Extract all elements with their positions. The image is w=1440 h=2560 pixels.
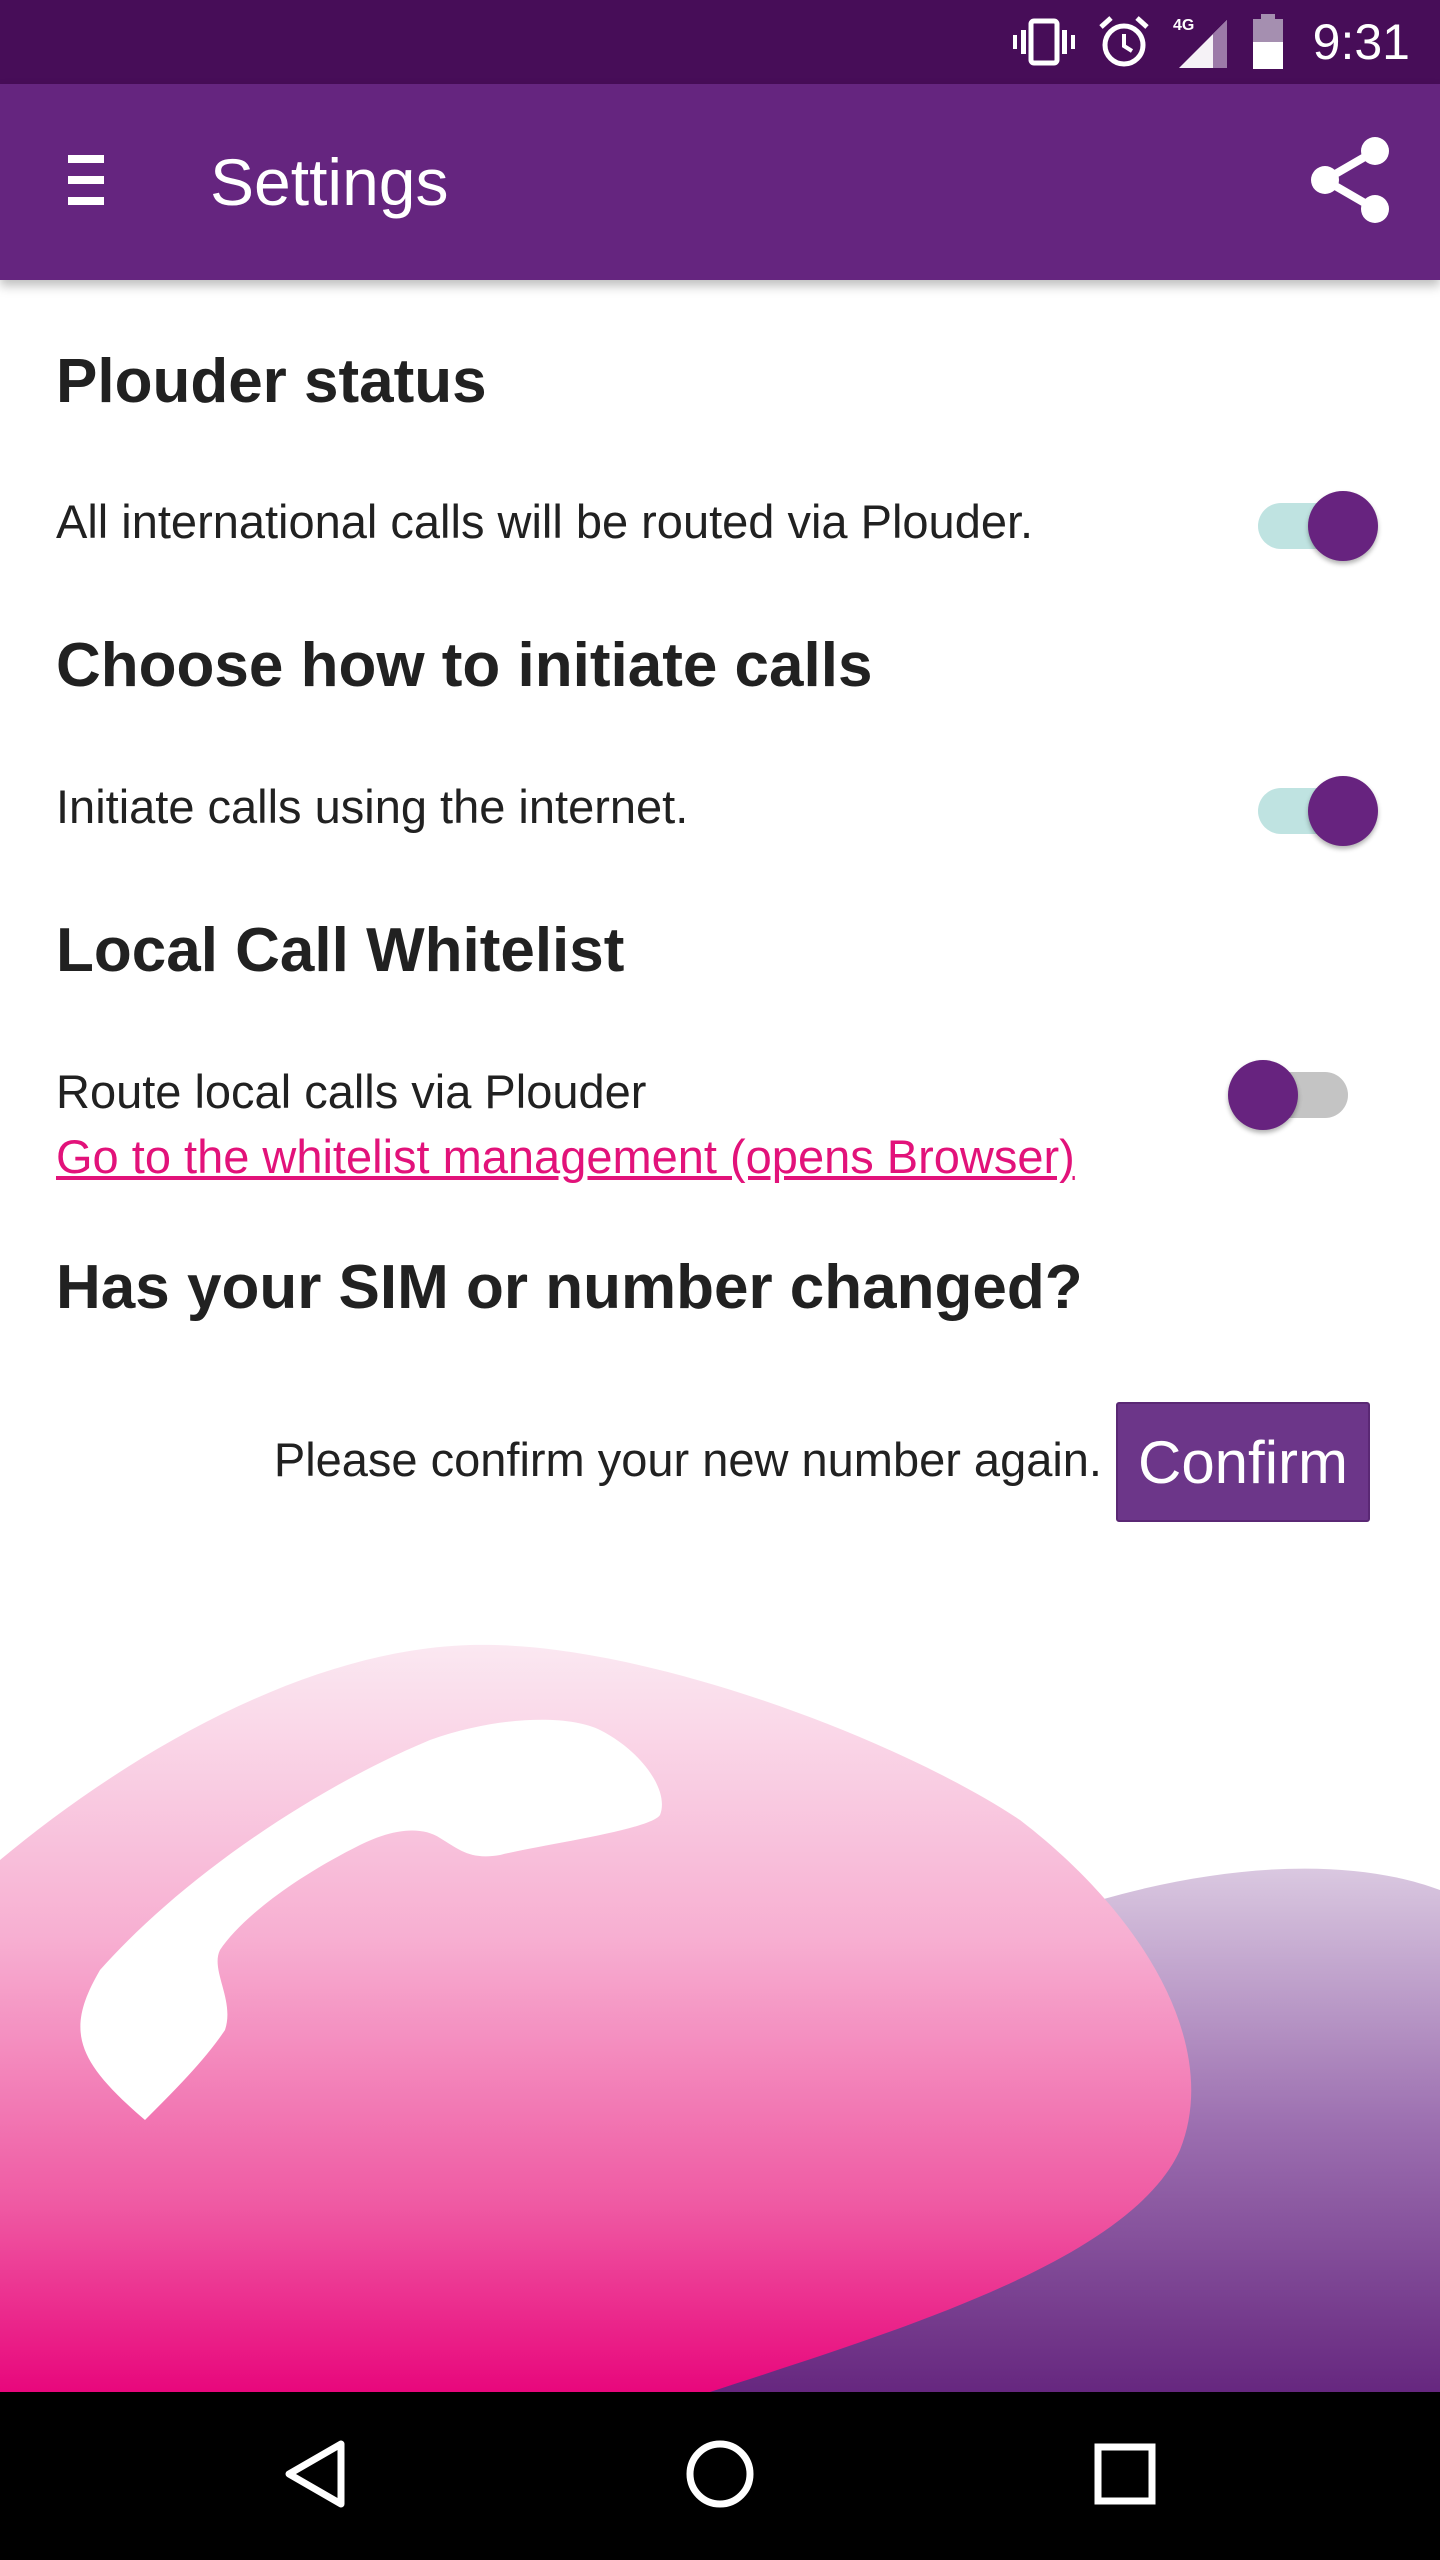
- home-icon: [684, 2438, 756, 2515]
- plouder-status-title: Plouder status: [56, 347, 487, 416]
- sim-changed-title: Has your SIM or number changed?: [56, 1253, 1083, 1322]
- menu-button[interactable]: [46, 142, 126, 222]
- whitelist-title: Local Call Whitelist: [56, 916, 625, 985]
- alarm-icon: [1097, 15, 1151, 69]
- back-icon: [281, 2438, 351, 2515]
- confirm-button[interactable]: Confirm: [1116, 1402, 1370, 1522]
- plouder-status-description: All international calls will be routed v…: [56, 495, 1034, 548]
- plouder-status-toggle[interactable]: [1252, 481, 1378, 561]
- hamburger-menu-icon: [66, 153, 106, 212]
- battery-icon: [1251, 14, 1285, 70]
- whitelist-management-link[interactable]: Go to the whitelist management (opens Br…: [56, 1129, 1075, 1184]
- status-time: 9:31: [1312, 14, 1410, 70]
- settings-screen: 4G 9:31 Settings Plouder status All inte…: [0, 0, 1440, 2560]
- signal-icon: 4G: [1173, 14, 1229, 70]
- recents-button[interactable]: [1075, 2426, 1175, 2526]
- vibrate-icon: [1012, 17, 1075, 67]
- network-type-label: 4G: [1173, 17, 1194, 34]
- initiate-calls-description: Initiate calls using the internet.: [56, 780, 689, 833]
- status-bar: 4G 9:31: [0, 0, 1440, 84]
- page-title: Settings: [210, 145, 449, 219]
- toggle-thumb: [1308, 776, 1378, 846]
- share-icon: [1307, 135, 1393, 230]
- initiate-calls-title: Choose how to initiate calls: [56, 631, 873, 700]
- back-button[interactable]: [266, 2426, 366, 2526]
- initiate-calls-toggle[interactable]: [1252, 766, 1378, 846]
- toggle-thumb: [1228, 1060, 1298, 1130]
- status-icons: 4G 9:31: [1012, 0, 1410, 84]
- whitelist-toggle[interactable]: [1228, 1050, 1354, 1130]
- home-button[interactable]: [670, 2426, 770, 2526]
- toggle-thumb: [1308, 491, 1378, 561]
- confirm-number-text: Please confirm your new number again.: [273, 1433, 1102, 1486]
- app-bar: Settings: [0, 84, 1440, 280]
- navigation-bar: [0, 2392, 1440, 2560]
- whitelist-description: Route local calls via Plouder: [56, 1065, 647, 1118]
- decorative-phone-illustration: [0, 1644, 1440, 2392]
- share-button[interactable]: [1304, 136, 1396, 228]
- recents-icon: [1094, 2443, 1156, 2510]
